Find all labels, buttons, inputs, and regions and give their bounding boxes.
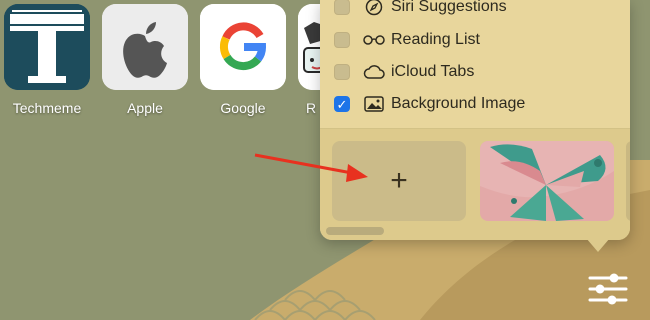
background-images-strip: + (320, 129, 630, 240)
favorite-label-google: Google (220, 100, 266, 116)
option-background-image[interactable]: ✓ Background Image (334, 92, 525, 116)
butterfly-background-thumbnail[interactable] (480, 141, 614, 221)
cloud-icon (363, 63, 385, 81)
plus-icon: + (390, 164, 408, 197)
next-thumbnail-edge[interactable] (626, 141, 630, 221)
siri-suggestions-label: Siri Suggestions (391, 0, 507, 15)
techmeme-logo-icon (4, 4, 90, 90)
sliders-icon (588, 273, 628, 305)
option-siri-suggestions[interactable]: Siri Suggestions (334, 0, 507, 19)
google-logo-icon (200, 4, 286, 90)
background-image-label: Background Image (391, 95, 526, 112)
thumbnail-scrollbar[interactable] (326, 227, 384, 235)
add-background-image-button[interactable]: + (332, 141, 466, 221)
image-icon (363, 95, 385, 113)
background-image-checkbox[interactable]: ✓ (334, 96, 350, 112)
apple-logo-icon (102, 4, 188, 90)
favorite-label-apple: Apple (127, 100, 163, 116)
siri-suggestions-checkbox[interactable] (334, 0, 350, 15)
customize-start-page-popover: Siri Suggestions Reading List iCloud Tab… (320, 0, 630, 240)
favorite-techmeme[interactable] (4, 4, 90, 90)
reading-list-checkbox[interactable] (334, 32, 350, 48)
option-reading-list[interactable]: Reading List (334, 28, 480, 52)
option-icloud-tabs[interactable]: iCloud Tabs (334, 60, 474, 84)
butterfly-image (480, 141, 614, 221)
customize-settings-button[interactable] (586, 270, 630, 308)
favorite-google[interactable] (200, 4, 286, 90)
icloud-tabs-label: iCloud Tabs (391, 63, 475, 80)
favorite-label-techmeme: Techmeme (12, 100, 82, 116)
glasses-icon (363, 31, 385, 49)
icloud-tabs-checkbox[interactable] (334, 64, 350, 80)
reading-list-label: Reading List (391, 31, 480, 48)
favorite-apple[interactable] (102, 4, 188, 90)
compass-icon (363, 0, 385, 16)
popover-pointer (586, 238, 610, 252)
